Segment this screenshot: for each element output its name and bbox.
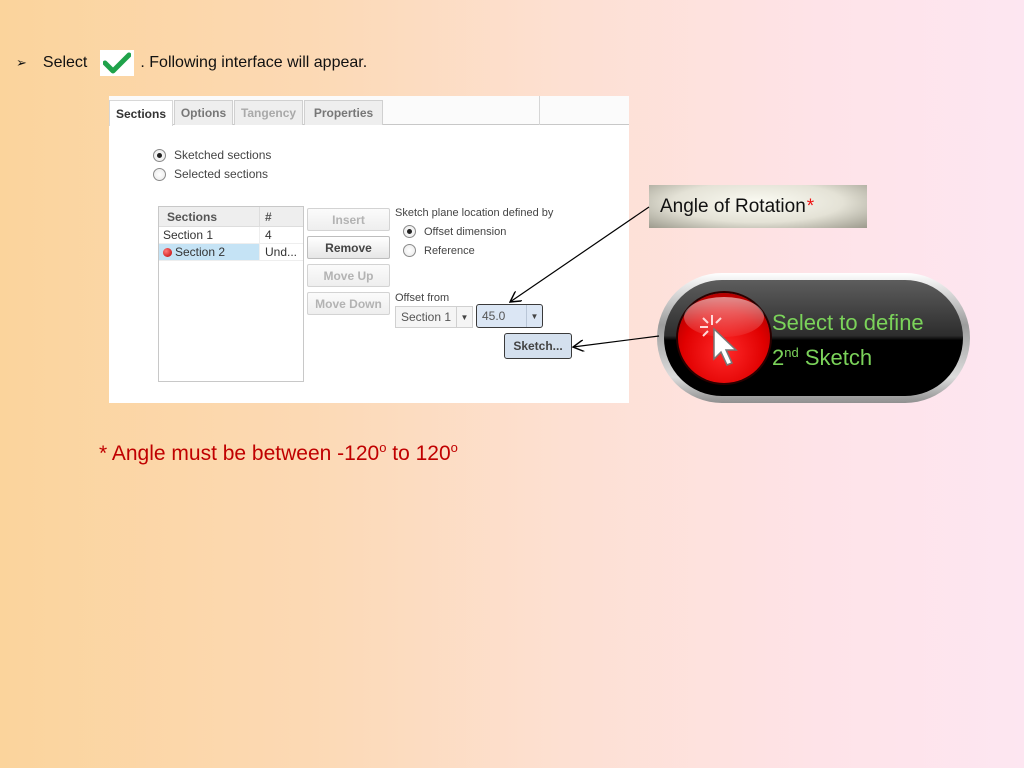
radio-unchecked-icon[interactable] xyxy=(403,244,416,257)
section-value: 4 xyxy=(265,228,272,242)
callout-line-2: 2nd Sketch xyxy=(772,338,924,373)
radio-checked-icon[interactable] xyxy=(403,225,416,238)
note-text: to 120 xyxy=(386,442,451,465)
arrowhead-bullet-icon: ➢ xyxy=(16,55,27,70)
table-header: Sections # xyxy=(159,207,303,227)
offset-angle-input[interactable]: 45.0 ▼ xyxy=(476,304,543,328)
insert-button[interactable]: Insert xyxy=(307,208,390,231)
section-name: Section 2 xyxy=(175,245,226,259)
radio-reference[interactable]: Reference xyxy=(403,244,475,257)
tab-tangency[interactable]: Tangency xyxy=(234,100,303,125)
tab-divider xyxy=(539,96,540,125)
tab-properties[interactable]: Properties xyxy=(304,100,383,125)
callout-line-1: Select to define xyxy=(772,310,924,335)
sketch-button[interactable]: Sketch... xyxy=(504,333,572,359)
section-name-cell: Section 2 xyxy=(159,244,260,260)
sweep-sections-dialog: Sections Options Tangency Properties Ske… xyxy=(109,96,629,403)
column-header-sections[interactable]: Sections xyxy=(159,207,260,226)
callout-text: Angle of Rotation xyxy=(660,195,806,217)
radio-label: Sketched sections xyxy=(174,148,272,162)
table-row-selected[interactable]: Section 2 Und... xyxy=(159,244,303,261)
angle-range-note: * Angle must be between -120o to 120o xyxy=(99,440,458,466)
select-sketch-callout: Select to define 2nd Sketch xyxy=(657,273,970,403)
degree-symbol: o xyxy=(450,440,458,455)
offset-section-dropdown[interactable]: Section 1 ▼ xyxy=(395,306,473,328)
angle-value[interactable]: 45.0 xyxy=(477,305,526,327)
remove-button[interactable]: Remove xyxy=(307,236,390,259)
move-down-button[interactable]: Move Down xyxy=(307,292,390,315)
radio-label: Offset dimension xyxy=(424,225,507,238)
sections-table: Sections # Section 1 4 Section 2 Und... xyxy=(158,206,304,382)
instruction-suffix: . Following interface will appear. xyxy=(140,54,368,71)
note-text: * Angle must be between -120 xyxy=(99,442,380,465)
click-cursor-icon xyxy=(678,293,770,383)
green-check-icon xyxy=(100,50,135,76)
angle-of-rotation-callout: Angle of Rotation * xyxy=(649,185,867,228)
instruction-line: ➢ Select . Following interface will appe… xyxy=(16,50,367,76)
dropdown-value: Section 1 xyxy=(401,310,452,324)
instruction-prefix: Select xyxy=(42,54,88,71)
table-row[interactable]: Section 1 4 xyxy=(159,227,303,244)
radio-unchecked-icon[interactable] xyxy=(153,167,166,181)
tab-options[interactable]: Options xyxy=(174,100,233,125)
plane-location-label: Sketch plane location defined by xyxy=(395,207,554,219)
section-value: Und... xyxy=(265,245,298,259)
radio-sketched-sections[interactable]: Sketched sections xyxy=(153,148,271,162)
chevron-down-icon[interactable]: ▼ xyxy=(526,305,542,327)
radio-label: Reference xyxy=(424,244,475,257)
section-name: Section 1 xyxy=(159,227,260,243)
column-header-number[interactable]: # xyxy=(260,207,303,226)
ordinal-number: 2 xyxy=(772,345,785,370)
offset-from-label: Offset from xyxy=(395,292,450,304)
error-indicator-icon xyxy=(163,247,172,257)
radio-label: Selected sections xyxy=(174,167,269,181)
pill-inner: Select to define 2nd Sketch xyxy=(664,280,963,396)
radio-selected-sections[interactable]: Selected sections xyxy=(153,167,268,181)
tab-sections[interactable]: Sections xyxy=(109,100,173,126)
radio-offset-dimension[interactable]: Offset dimension xyxy=(403,225,506,238)
move-up-button[interactable]: Move Up xyxy=(307,264,390,287)
ordinal-suffix: nd xyxy=(784,345,799,360)
tab-bar: Sections Options Tangency Properties xyxy=(109,96,629,126)
callout-text: Select to define 2nd Sketch xyxy=(772,308,924,373)
required-marker: * xyxy=(806,195,815,217)
sketch-word: Sketch xyxy=(798,345,873,370)
radio-checked-icon[interactable] xyxy=(153,148,166,162)
chevron-down-icon[interactable]: ▼ xyxy=(456,307,472,327)
